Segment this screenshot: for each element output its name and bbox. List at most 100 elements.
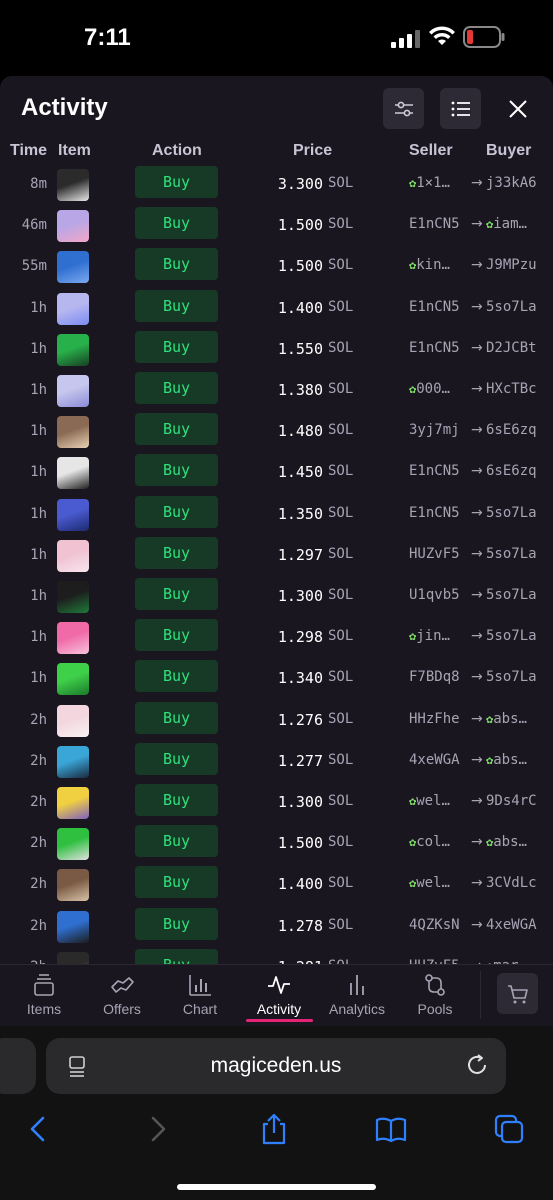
bookmarks-icon[interactable]: [374, 1112, 408, 1146]
share-icon[interactable]: [257, 1112, 291, 1146]
previous-tab-preview[interactable]: [0, 1038, 36, 1094]
buyer-link[interactable]: 5so7La: [486, 299, 553, 315]
item-thumbnail[interactable]: [57, 457, 89, 490]
item-thumbnail[interactable]: [57, 498, 89, 531]
activity-row[interactable]: 1h Buy 1.297 SOL HUZvF5 → 5so7La: [0, 536, 553, 578]
item-thumbnail[interactable]: [57, 375, 89, 407]
buyer-link[interactable]: 5so7La: [486, 587, 553, 603]
buy-button[interactable]: Buy: [135, 907, 218, 940]
item-thumbnail[interactable]: [57, 292, 89, 325]
activity-row[interactable]: 2h Buy 1.278 SOL 4QZKsN → 4xeWGA: [0, 907, 553, 949]
activity-row[interactable]: 46m Buy 1.500 SOL E1nCN5 → ✿iam…: [0, 207, 553, 248]
seller-link[interactable]: U1qvb5: [409, 587, 475, 603]
buyer-link[interactable]: 4xeWGA: [486, 917, 553, 933]
item-thumbnail[interactable]: [57, 539, 89, 572]
buy-button[interactable]: Buy: [135, 619, 218, 652]
item-thumbnail[interactable]: [57, 663, 89, 696]
seller-link[interactable]: E1nCN5: [409, 216, 475, 232]
forward-icon[interactable]: [140, 1112, 174, 1146]
seller-link[interactable]: ✿jin…: [409, 628, 475, 644]
seller-link[interactable]: 4QZKsN: [409, 917, 475, 933]
tab-analytics[interactable]: Analytics: [320, 973, 394, 1023]
seller-link[interactable]: ✿kin…: [409, 257, 475, 273]
buyer-link[interactable]: HXcTBc: [486, 381, 553, 397]
address-bar[interactable]: magiceden.us: [46, 1038, 506, 1094]
tab-activity[interactable]: Activity: [242, 973, 316, 1023]
activity-row[interactable]: 2h Buy 1.277 SOL 4xeWGA → ✿abs…: [0, 742, 553, 784]
buyer-link[interactable]: 5so7La: [486, 669, 553, 685]
activity-row[interactable]: 1h Buy 1.450 SOL E1nCN5 → 6sE6zq: [0, 454, 553, 495]
item-thumbnail[interactable]: [57, 704, 89, 737]
item-thumbnail[interactable]: [57, 787, 89, 819]
buy-button[interactable]: Buy: [135, 289, 218, 322]
buy-button[interactable]: Buy: [135, 701, 218, 734]
seller-link[interactable]: 3yj7mj: [409, 422, 475, 438]
activity-row[interactable]: 1h Buy 1.300 SOL U1qvb5 → 5so7La: [0, 578, 553, 619]
buyer-link[interactable]: 5so7La: [486, 505, 553, 521]
seller-link[interactable]: E1nCN5: [409, 463, 475, 479]
buyer-link[interactable]: ✿abs…: [486, 834, 553, 850]
tab-items[interactable]: Items: [7, 973, 81, 1023]
activity-row[interactable]: 1h Buy 1.400 SOL E1nCN5 → 5so7La: [0, 289, 553, 331]
item-thumbnail[interactable]: [57, 622, 89, 655]
buy-button[interactable]: Buy: [135, 330, 218, 363]
cart-button[interactable]: [497, 973, 538, 1014]
buy-button[interactable]: Buy: [135, 413, 218, 446]
activity-row[interactable]: 1h Buy 1.380 SOL ✿000… → HXcTBc: [0, 372, 553, 413]
tab-offers[interactable]: Offers: [85, 973, 159, 1023]
buyer-link[interactable]: ✿iam…: [486, 216, 553, 232]
activity-row[interactable]: 1h Buy 1.298 SOL ✿jin… → 5so7La: [0, 619, 553, 660]
activity-list[interactable]: 8m Buy 3.300 SOL ✿1×1… → j33kA6 46m Buy 1.500 SOL E…: [0, 166, 553, 966]
seller-link[interactable]: E1nCN5: [409, 340, 475, 356]
column-header-time[interactable]: Time: [10, 142, 47, 164]
activity-row[interactable]: 2h Buy 1.400 SOL ✿wel… → 3CVdLc: [0, 866, 553, 907]
buyer-link[interactable]: 6sE6zq: [486, 463, 553, 479]
list-view-button[interactable]: [440, 88, 481, 129]
item-thumbnail[interactable]: [57, 828, 89, 861]
buy-button[interactable]: Buy: [135, 825, 218, 858]
seller-link[interactable]: 4xeWGA: [409, 752, 475, 768]
item-thumbnail[interactable]: [57, 210, 89, 243]
item-thumbnail[interactable]: [57, 251, 89, 284]
buyer-link[interactable]: 6sE6zq: [486, 422, 553, 438]
item-thumbnail[interactable]: [57, 416, 89, 449]
activity-row[interactable]: 2h Buy 1.300 SOL ✿wel… → 9Ds4rC: [0, 784, 553, 825]
seller-link[interactable]: HUZvF5: [409, 546, 475, 562]
buyer-link[interactable]: 5so7La: [486, 546, 553, 562]
activity-row[interactable]: 1h Buy 1.350 SOL E1nCN5 → 5so7La: [0, 495, 553, 537]
buyer-link[interactable]: ✿abs…: [486, 752, 553, 768]
buy-button[interactable]: Buy: [135, 578, 218, 610]
activity-row[interactable]: 1h Buy 1.550 SOL E1nCN5 → D2JCBt: [0, 330, 553, 372]
activity-row[interactable]: 2h Buy 1.500 SOL ✿col… → ✿abs…: [0, 825, 553, 866]
seller-link[interactable]: E1nCN5: [409, 299, 475, 315]
reload-icon[interactable]: [464, 1052, 490, 1078]
activity-row[interactable]: 8m Buy 3.300 SOL ✿1×1… → j33kA6: [0, 166, 553, 207]
buy-button[interactable]: Buy: [135, 207, 218, 240]
buy-button[interactable]: Buy: [135, 536, 218, 569]
item-thumbnail[interactable]: [57, 169, 89, 201]
buyer-link[interactable]: j33kA6: [486, 175, 553, 191]
buy-button[interactable]: Buy: [135, 454, 218, 487]
seller-link[interactable]: E1nCN5: [409, 505, 475, 521]
buy-button[interactable]: Buy: [135, 866, 218, 899]
activity-row[interactable]: 1h Buy 1.340 SOL F7BDq8 → 5so7La: [0, 660, 553, 701]
tab-chart[interactable]: Chart: [163, 973, 237, 1023]
seller-link[interactable]: ✿wel…: [409, 793, 475, 809]
buyer-link[interactable]: 3CVdLc: [486, 875, 553, 891]
item-thumbnail[interactable]: [57, 910, 89, 943]
buy-button[interactable]: Buy: [135, 248, 218, 281]
buy-button[interactable]: Buy: [135, 372, 218, 404]
buy-button[interactable]: Buy: [135, 742, 218, 775]
tab-pools[interactable]: Pools: [398, 973, 472, 1023]
seller-link[interactable]: ✿000…: [409, 381, 475, 397]
tabs-icon[interactable]: [492, 1112, 526, 1146]
buy-button[interactable]: Buy: [135, 166, 218, 198]
buyer-link[interactable]: J9MPzu: [486, 257, 553, 273]
buy-button[interactable]: Buy: [135, 660, 218, 693]
item-thumbnail[interactable]: [57, 745, 89, 778]
activity-row[interactable]: 55m Buy 1.500 SOL ✿kin… → J9MPzu: [0, 248, 553, 289]
buyer-link[interactable]: D2JCBt: [486, 340, 553, 356]
buyer-link[interactable]: 9Ds4rC: [486, 793, 553, 809]
buy-button[interactable]: Buy: [135, 495, 218, 528]
buyer-link[interactable]: 5so7La: [486, 628, 553, 644]
